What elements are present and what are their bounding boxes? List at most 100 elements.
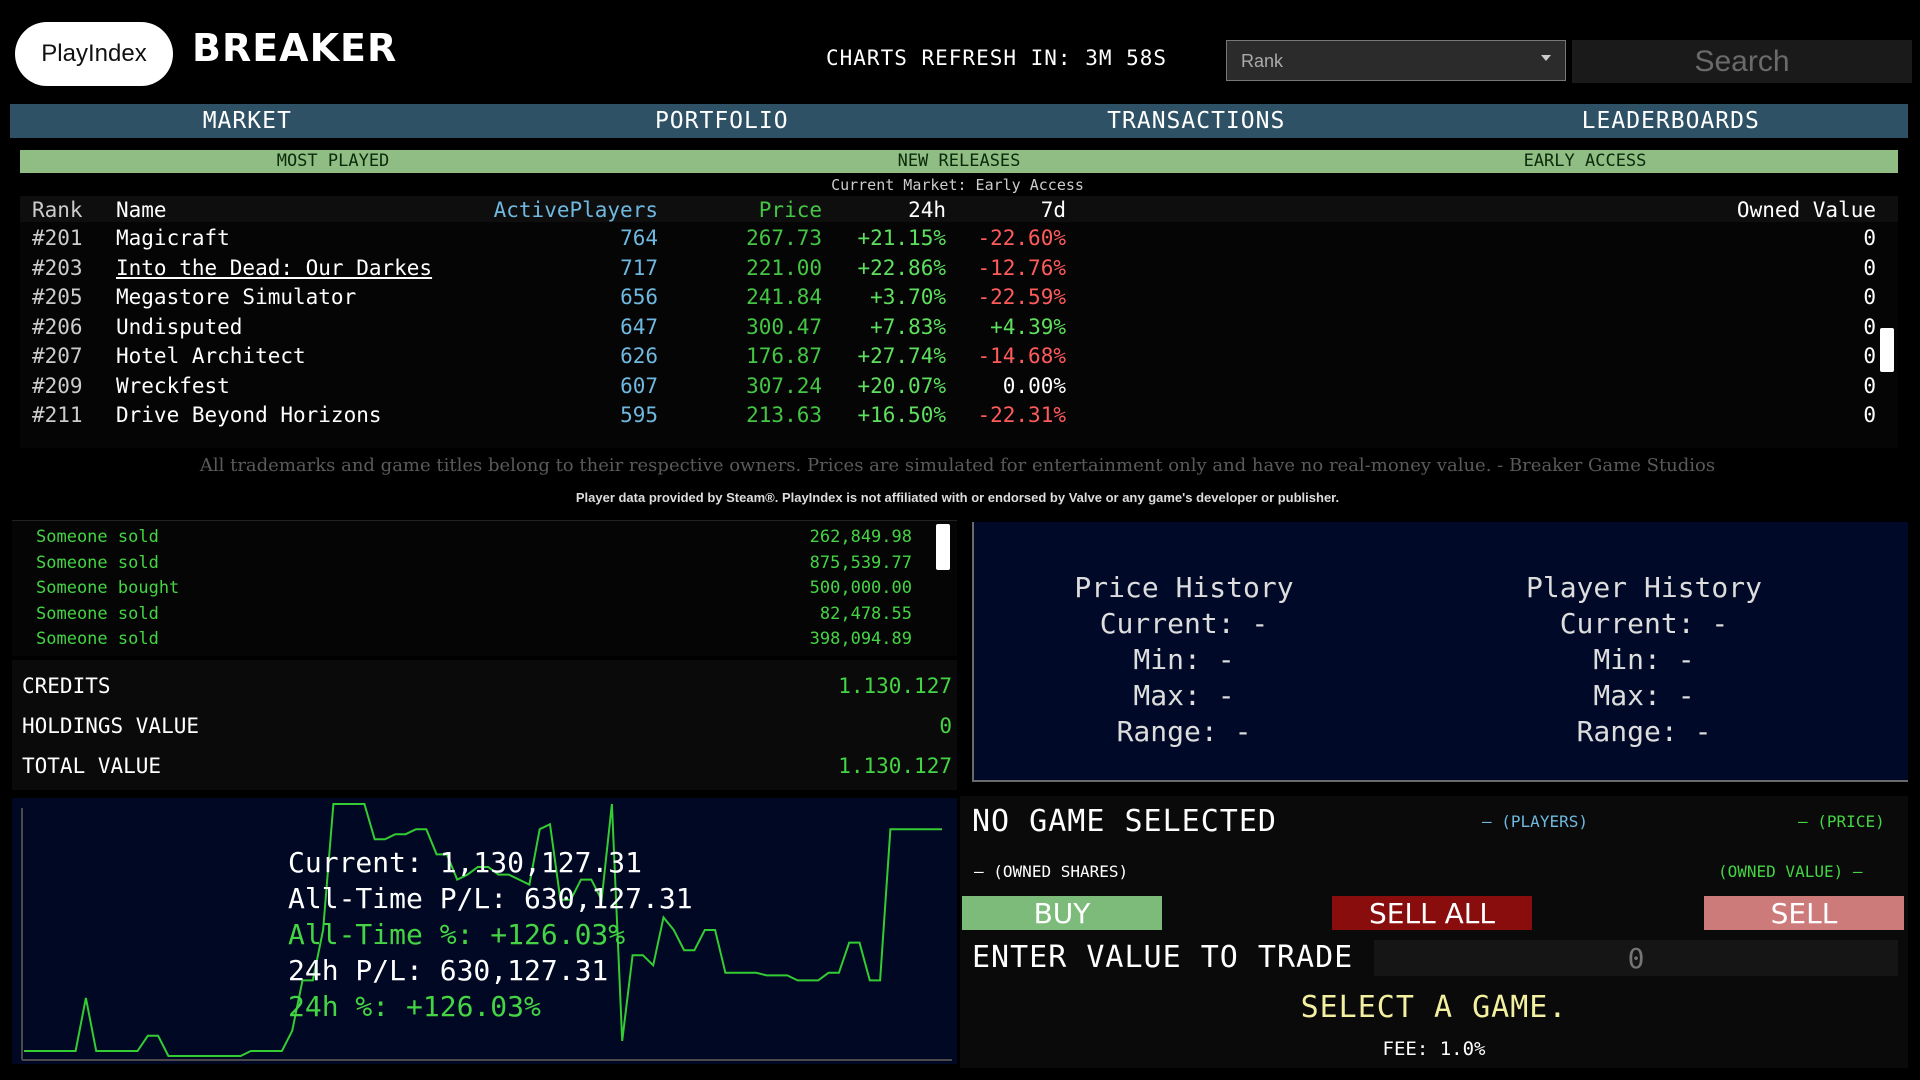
nav-portfolio[interactable]: PORTFOLIO — [485, 104, 960, 138]
buy-button[interactable]: BUY — [962, 896, 1162, 930]
header-24h[interactable]: 24h — [908, 198, 946, 222]
cell-name: Wreckfest — [116, 373, 230, 398]
price-history-title: Price History — [1074, 571, 1294, 604]
cell-h24: +27.74% — [857, 344, 946, 368]
disclaimer-text: All trademarks and game titles belong to… — [199, 455, 1716, 476]
feed-action: Someone bought — [36, 578, 180, 598]
cell-price: 267.73 — [746, 226, 822, 250]
table-row[interactable]: #201 Magicraft 764 267.73 +21.15% -22.60% 0 — [20, 226, 1898, 254]
nav-market[interactable]: MARKET — [10, 104, 485, 138]
playindex-logo[interactable]: PlayIndex — [15, 22, 173, 86]
cell-price: 221.00 — [746, 255, 822, 280]
cell-h24: +3.70% — [870, 285, 946, 309]
holdings-value: 0 — [939, 714, 952, 738]
legend-shares-label: (OWNED SHARES) — [993, 862, 1129, 881]
cell-price: 213.63 — [746, 403, 822, 427]
table-row[interactable]: #205 Megastore Simulator 656 241.84 +3.70% -2… — [20, 285, 1898, 313]
feed-amount: 398,094.89 — [809, 629, 912, 649]
portfolio-chart: Current: 1,130,127.31 All-Time P/L: 630,… — [12, 798, 957, 1064]
main-nav: MARKET PORTFOLIO TRANSACTIONS LEADERBOAR… — [10, 104, 1908, 138]
total-value: 1.130.127 — [838, 754, 952, 778]
cell-owned: 0 — [1863, 373, 1876, 398]
table-row[interactable]: #207 Hotel Architect 626 176.87 +27.74% -14.6… — [20, 344, 1898, 372]
sort-select[interactable]: Rank — [1226, 40, 1566, 81]
cell-rank: #201 — [32, 226, 83, 250]
trade-value-input[interactable] — [1374, 940, 1898, 976]
feed-amount: 500,000.00 — [809, 578, 912, 598]
cell-owned: 0 — [1863, 403, 1876, 427]
cell-owned: 0 — [1863, 255, 1876, 280]
owned-value-line-icon: – — [1852, 862, 1863, 881]
price-history-range: Range: - — [1116, 715, 1252, 748]
selected-game-title: NO GAME SELECTED — [972, 804, 1277, 839]
cell-h24: +20.07% — [857, 373, 946, 398]
cell-price: 300.47 — [746, 314, 822, 339]
tab-most-played[interactable]: MOST PLAYED — [20, 150, 646, 173]
cell-name: Megastore Simulator — [116, 285, 357, 309]
cell-h24: +16.50% — [857, 403, 946, 427]
category-tabs: MOST PLAYED NEW RELEASES EARLY ACCESS — [20, 150, 1898, 173]
cell-h24: +21.15% — [857, 226, 946, 250]
table-row[interactable]: #206 Undisputed 647 300.47 +7.83% +4.39% 0 — [20, 315, 1898, 343]
search-input[interactable] — [1572, 40, 1912, 83]
stat-all-time-pl: All-Time P/L: 630,127.31 — [288, 882, 693, 915]
header-7d[interactable]: 7d — [1041, 198, 1066, 222]
cell-d7: -14.68% — [977, 344, 1066, 368]
nav-leaderboards[interactable]: LEADERBOARDS — [1434, 104, 1909, 138]
transaction-feed: Someone sold 262,849.98 Someone sold 875,53… — [12, 520, 957, 656]
legend-owned-value: (OWNED VALUE) – — [1718, 862, 1863, 881]
cell-price: 307.24 — [746, 373, 822, 398]
cell-rank: #211 — [32, 403, 83, 427]
legend-owned-shares: – (OWNED SHARES) — [974, 862, 1128, 881]
cell-price: 176.87 — [746, 344, 822, 368]
price-history-min: Min: - — [1133, 643, 1235, 676]
cell-rank: #206 — [32, 314, 83, 339]
player-history: Player History Current: - Min: - Max: - … — [1434, 570, 1854, 750]
players-line-icon: – — [1482, 812, 1492, 831]
feed-amount: 82,478.55 — [819, 603, 912, 624]
market-table: Rank Name ActivePlayers Price 24h 7d Own… — [20, 196, 1898, 448]
cell-name: Magicraft — [116, 226, 230, 250]
player-history-title: Player History — [1525, 571, 1762, 604]
table-row[interactable]: #203 Into the Dead: Our Darkes 717 221.00 +2… — [20, 256, 1898, 284]
refresh-countdown: CHARTS REFRESH IN: 3M 58S — [826, 46, 1168, 70]
header-name[interactable]: Name — [116, 198, 167, 222]
header-rank[interactable]: Rank — [32, 198, 83, 222]
tab-early-access[interactable]: EARLY ACCESS — [1272, 150, 1898, 173]
player-history-current: Current: - — [1559, 607, 1729, 640]
cell-name: Undisputed — [116, 314, 243, 339]
sell-all-button[interactable]: SELL ALL — [1332, 896, 1532, 930]
feed-scrollbar[interactable] — [936, 524, 950, 570]
feed-amount: 262,849.98 — [809, 527, 912, 547]
table-scrollbar[interactable] — [1880, 328, 1894, 372]
table-header: Rank Name ActivePlayers Price 24h 7d Own… — [20, 196, 1898, 222]
cell-name: Drive Beyond Horizons — [116, 403, 382, 427]
header-price[interactable]: Price — [759, 198, 822, 222]
credits-value: 1.130.127 — [838, 674, 952, 698]
stat-all-time-pct: All-Time %: +126.03% — [288, 918, 626, 951]
history-panel: Price History Current: - Min: - Max: - R… — [972, 522, 1908, 782]
cell-name: Into the Dead: Our Darkes — [116, 255, 433, 280]
table-row[interactable]: #209 Wreckfest 607 307.24 +20.07% 0.00% 0 — [20, 374, 1898, 402]
cell-d7: -22.60% — [977, 226, 1066, 250]
steam-note: Player data provided by Steam®. PlayInde… — [575, 490, 1340, 505]
header-players[interactable]: ActivePlayers — [494, 198, 658, 222]
cell-rank: #205 — [32, 285, 83, 309]
legend-players-label: (PLAYERS) — [1501, 812, 1588, 831]
trade-value-label: ENTER VALUE TO TRADE — [972, 940, 1354, 975]
holdings-label: HOLDINGS VALUE — [22, 714, 200, 738]
stat-24h-pl: 24h P/L: 630,127.31 — [288, 954, 609, 987]
table-row[interactable]: #211 Drive Beyond Horizons 595 213.63 +16.50… — [20, 403, 1898, 431]
cell-name: Hotel Architect — [116, 344, 306, 368]
sell-button[interactable]: SELL — [1704, 896, 1904, 930]
cell-h24: +7.83% — [870, 314, 946, 339]
credits-label: CREDITS — [22, 674, 111, 698]
cell-price: 241.84 — [746, 285, 822, 309]
header-owned-value[interactable]: Owned Value — [1737, 198, 1876, 222]
cell-rank: #209 — [32, 373, 83, 398]
nav-transactions[interactable]: TRANSACTIONS — [959, 104, 1434, 138]
tab-new-releases[interactable]: NEW RELEASES — [646, 150, 1272, 173]
cell-owned: 0 — [1863, 285, 1876, 309]
brand-title: BREAKER — [192, 26, 398, 70]
cell-players: 607 — [620, 373, 658, 398]
